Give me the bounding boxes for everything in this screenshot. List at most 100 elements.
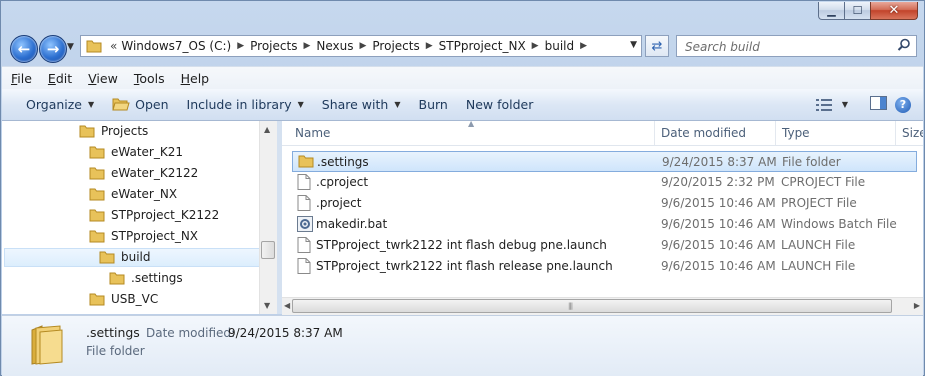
file-icon xyxy=(297,174,311,190)
column-header-name[interactable]: Name xyxy=(295,126,330,140)
tree-item-stpproject-k2122[interactable]: STPproject_K2122 xyxy=(89,205,219,225)
folder-icon xyxy=(79,125,95,138)
details-view-icon xyxy=(815,98,832,111)
address-history-dropdown[interactable]: ▼ xyxy=(630,40,637,50)
close-button[interactable]: ✕ xyxy=(870,2,918,20)
tree-item-usb-vc[interactable]: USB_VC xyxy=(89,289,158,309)
back-button[interactable]: ← xyxy=(10,35,38,63)
file-row[interactable]: .cproject 9/20/2015 2:32 PM CPROJECT Fil… xyxy=(292,172,917,193)
tree-item-ewater-k2122[interactable]: eWater_K2122 xyxy=(89,163,198,183)
breadcrumb-projects[interactable]: Projects xyxy=(250,39,297,53)
file-type: PROJECT File xyxy=(781,196,857,210)
menu-bar: File Edit View Tools Help xyxy=(2,66,923,89)
file-date: 9/6/2015 10:46 AM xyxy=(661,196,776,210)
forward-button[interactable]: → xyxy=(39,35,67,63)
file-date: 9/6/2015 10:46 AM xyxy=(661,259,776,273)
column-header-date[interactable]: Date modified xyxy=(661,126,746,140)
details-type: File folder xyxy=(86,344,145,358)
breadcrumb-stpproject-nx[interactable]: STPproject_NX xyxy=(439,39,526,53)
maximize-button[interactable]: ☐ xyxy=(844,2,871,20)
chevron-down-icon: ▼ xyxy=(394,100,401,109)
file-date: 9/6/2015 10:46 AM xyxy=(661,217,776,231)
tree-item-settings[interactable]: .settings xyxy=(109,268,183,288)
file-row[interactable]: makedir.bat 9/6/2015 10:46 AM Windows Ba… xyxy=(292,214,917,235)
menu-edit[interactable]: Edit xyxy=(39,71,79,86)
new-folder-button[interactable]: New folder xyxy=(457,89,543,120)
scroll-down-icon[interactable]: ▼ xyxy=(264,301,270,310)
tree-item-stpproject-nx[interactable]: STPproject_NX xyxy=(89,226,198,246)
file-type: CPROJECT File xyxy=(781,175,866,189)
tree-item-ewater-nx[interactable]: eWater_NX xyxy=(89,184,177,204)
column-header-type[interactable]: Type xyxy=(782,126,810,140)
file-list: ▲ Name Date modified Type Size .settings… xyxy=(282,121,923,314)
horizontal-scrollbar[interactable]: ◀ ||| ▶ xyxy=(282,297,923,315)
column-header-size[interactable]: Size xyxy=(902,126,923,140)
details-pane: .settings Date modified: 9/24/2015 8:37 … xyxy=(2,315,923,376)
view-options-button[interactable]: ▼ xyxy=(815,98,848,111)
file-type: LAUNCH File xyxy=(781,238,856,252)
search-input[interactable] xyxy=(683,37,892,57)
file-icon xyxy=(297,195,311,211)
tree-item-build[interactable]: build xyxy=(99,247,151,267)
scrollbar-thumb[interactable] xyxy=(292,299,892,313)
breadcrumb-drive[interactable]: Windows7_OS (C:) xyxy=(121,39,231,53)
chevron-right-icon[interactable]: ▶ xyxy=(426,41,433,51)
open-button[interactable]: Open xyxy=(103,89,177,120)
menu-file[interactable]: File xyxy=(2,71,39,86)
chevron-right-icon[interactable]: ▶ xyxy=(532,41,539,51)
breadcrumb-nexus[interactable]: Nexus xyxy=(316,39,353,53)
details-date-label: Date modified: xyxy=(146,326,236,340)
navigation-scrollbar[interactable]: ▲ ▼ xyxy=(259,121,277,314)
file-type: File folder xyxy=(782,155,841,169)
minimize-button[interactable]: ▁ xyxy=(818,2,845,20)
sort-indicator-icon: ▲ xyxy=(468,121,475,128)
close-icon: ✕ xyxy=(888,3,900,18)
breadcrumb-overflow[interactable]: « xyxy=(110,39,117,53)
scrollbar-thumb[interactable] xyxy=(261,241,275,259)
chevron-right-icon[interactable]: ▶ xyxy=(237,41,244,51)
menu-tools[interactable]: Tools xyxy=(125,71,172,86)
recent-pages-dropdown[interactable]: ▼ xyxy=(67,42,74,52)
file-row[interactable]: .settings 9/24/2015 8:37 AM File folder xyxy=(292,151,917,172)
help-icon[interactable]: ? xyxy=(895,96,911,113)
chevron-right-icon[interactable]: ▶ xyxy=(580,41,587,51)
scroll-up-icon[interactable]: ▲ xyxy=(264,125,270,134)
scroll-right-icon[interactable]: ▶ xyxy=(914,301,920,310)
file-row[interactable]: STPproject_twrk2122 int flash debug pne.… xyxy=(292,235,917,256)
scroll-left-icon[interactable]: ◀ xyxy=(284,301,290,310)
organize-button[interactable]: Organize ▼ xyxy=(2,89,103,120)
command-bar: Organize ▼ Open Include in library ▼ Share… xyxy=(2,89,923,121)
column-divider[interactable] xyxy=(895,121,896,145)
tree-item-ewater-k21[interactable]: eWater_K21 xyxy=(89,142,183,162)
refresh-icon: ⇄ xyxy=(651,38,663,54)
menu-view[interactable]: View xyxy=(79,71,125,86)
chevron-right-icon[interactable]: ▶ xyxy=(303,41,310,51)
file-row[interactable]: STPproject_twrk2122 int flash release pn… xyxy=(292,256,917,277)
batch-file-icon xyxy=(297,216,313,232)
folder-icon xyxy=(89,230,105,243)
arrow-left-icon: ← xyxy=(17,40,31,58)
breadcrumb-projects-2[interactable]: Projects xyxy=(372,39,419,53)
file-date: 9/24/2015 8:37 AM xyxy=(662,155,777,169)
include-in-library-button[interactable]: Include in library ▼ xyxy=(178,89,313,120)
file-row[interactable]: .project 9/6/2015 10:46 AM PROJECT File xyxy=(292,193,917,214)
refresh-button[interactable]: ⇄ xyxy=(645,35,669,57)
tree-item-projects[interactable]: Projects xyxy=(79,121,148,141)
chevron-right-icon[interactable]: ▶ xyxy=(359,41,366,51)
file-name: STPproject_twrk2122 int flash debug pne.… xyxy=(316,238,607,252)
folder-icon xyxy=(89,188,105,201)
folder-icon xyxy=(86,40,102,53)
folder-icon xyxy=(89,167,105,180)
file-name: .project xyxy=(316,196,362,210)
folder-icon xyxy=(31,325,63,365)
file-date: 9/6/2015 10:46 AM xyxy=(661,238,776,252)
breadcrumb-build[interactable]: build xyxy=(545,39,575,53)
column-divider[interactable] xyxy=(775,121,776,145)
column-divider[interactable] xyxy=(654,121,655,145)
burn-button[interactable]: Burn xyxy=(410,89,457,120)
menu-help[interactable]: Help xyxy=(172,71,217,86)
share-with-button[interactable]: Share with ▼ xyxy=(313,89,410,120)
preview-pane-button[interactable] xyxy=(870,96,887,113)
search-box[interactable] xyxy=(676,35,917,57)
address-bar[interactable]: « Windows7_OS (C:) ▶ Projects ▶ Nexus ▶ … xyxy=(80,35,642,57)
